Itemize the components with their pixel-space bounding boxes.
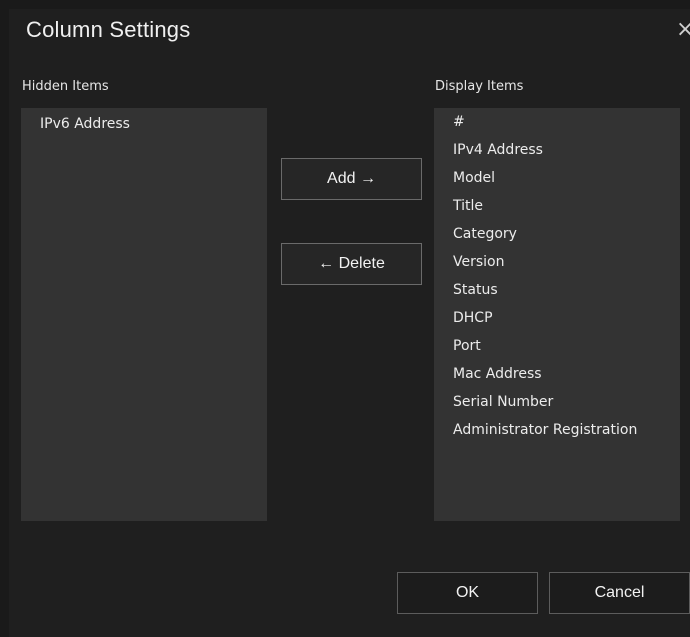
list-item[interactable]: Administrator Registration [434, 416, 680, 444]
display-items-list[interactable]: # IPv4 Address Model Title Category Vers… [434, 108, 680, 521]
list-item[interactable]: Model [434, 164, 680, 192]
list-item[interactable]: # [434, 108, 680, 136]
list-item[interactable]: Serial Number [434, 388, 680, 416]
list-item[interactable]: IPv6 Address [21, 110, 267, 138]
hidden-items-list[interactable]: IPv6 Address [21, 108, 267, 521]
list-item[interactable]: Version [434, 248, 680, 276]
delete-button[interactable]: ← Delete [281, 243, 422, 285]
add-button[interactable]: Add → [281, 158, 422, 200]
list-item[interactable]: Port [434, 332, 680, 360]
list-item[interactable]: Title [434, 192, 680, 220]
column-settings-dialog: Column Settings × Hidden Items IPv6 Addr… [9, 9, 690, 637]
ok-button[interactable]: OK [397, 572, 538, 614]
list-item[interactable]: Status [434, 276, 680, 304]
list-item[interactable]: Mac Address [434, 360, 680, 388]
list-item[interactable]: DHCP [434, 304, 680, 332]
list-item[interactable]: IPv4 Address [434, 136, 680, 164]
display-items-label: Display Items [435, 79, 524, 94]
close-icon[interactable]: × [676, 19, 690, 43]
cancel-button[interactable]: Cancel [549, 572, 690, 614]
dialog-title: Column Settings [26, 17, 191, 42]
hidden-items-label: Hidden Items [22, 79, 109, 94]
list-item[interactable]: Category [434, 220, 680, 248]
